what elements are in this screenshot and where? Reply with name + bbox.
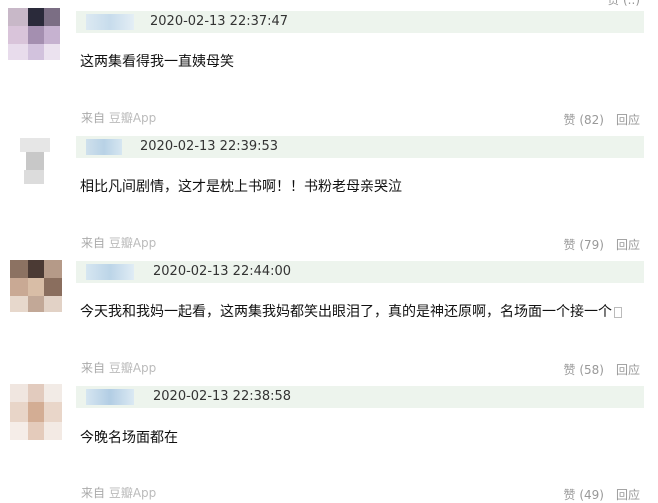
avatar[interactable] [8, 8, 60, 60]
comment-text: 今晚名场面都在 [80, 430, 178, 446]
comment-source: 来自 豆瓣App [81, 111, 157, 125]
comment-source: 来自 豆瓣App [81, 236, 157, 250]
like-count: (79) [579, 238, 604, 252]
like-button[interactable]: 赞 (49) [564, 488, 604, 502]
comment-header: 2020-02-13 22:38:58 [76, 386, 644, 408]
like-button[interactable]: 赞 (82) [564, 113, 604, 127]
like-button[interactable]: 赞 (..) [607, 0, 640, 7]
comment-header: 2020-02-13 22:44:00 [76, 261, 644, 283]
comment-actions: 赞 (79) 回应 [564, 236, 641, 253]
reply-button[interactable]: 回应 [616, 488, 640, 502]
username-blurred[interactable] [86, 14, 134, 30]
comment-timestamp: 2020-02-13 22:37:47 [150, 14, 289, 29]
avatar[interactable] [20, 138, 50, 184]
comment-timestamp: 2020-02-13 22:38:58 [153, 389, 292, 404]
like-button[interactable]: 赞 (79) [564, 238, 604, 252]
username-blurred[interactable] [86, 264, 134, 280]
comment-actions: 赞 (58) 回应 [564, 361, 641, 378]
source-app-link[interactable]: 豆瓣App [109, 486, 156, 500]
source-app-link[interactable]: 豆瓣App [109, 111, 156, 125]
source-app-link[interactable]: 豆瓣App [109, 236, 156, 250]
comment-source: 来自 豆瓣App [81, 361, 157, 375]
comment-timestamp: 2020-02-13 22:39:53 [140, 139, 279, 154]
like-button[interactable]: 赞 (58) [564, 363, 604, 377]
reply-button[interactable]: 回应 [616, 113, 640, 127]
comment-timestamp: 2020-02-13 22:44:00 [153, 264, 292, 279]
like-count: (49) [579, 488, 604, 502]
like-count: (58) [579, 363, 604, 377]
source-app-link[interactable]: 豆瓣App [109, 361, 156, 375]
comment-text: 这两集看得我一直姨母笑 [80, 54, 234, 70]
comment-source: 来自 豆瓣App [81, 486, 157, 500]
comment-header: 2020-02-13 22:39:53 [76, 136, 644, 158]
reply-button[interactable]: 回应 [616, 363, 640, 377]
username-blurred[interactable] [86, 389, 134, 405]
comment-text: 今天我和我妈一起看，这两集我妈都笑出眼泪了，真的是神还原啊，名场面一个接一个 [80, 301, 622, 321]
comment-actions: 赞 (82) 回应 [564, 111, 641, 128]
comment-header: 2020-02-13 22:37:47 [76, 11, 644, 33]
reply-button[interactable]: 回应 [616, 238, 640, 252]
avatar[interactable] [10, 260, 62, 312]
comment-actions: 赞 (49) 回应 [564, 486, 641, 503]
previous-footer-actions: 赞 (..) [607, 0, 640, 8]
truncated-char-icon [614, 306, 622, 318]
username-blurred[interactable] [86, 139, 122, 155]
comment-text: 相比凡间剧情，这才是枕上书啊！！书粉老母亲哭泣 [80, 179, 402, 195]
like-count: (82) [579, 113, 604, 127]
avatar[interactable] [10, 384, 62, 440]
